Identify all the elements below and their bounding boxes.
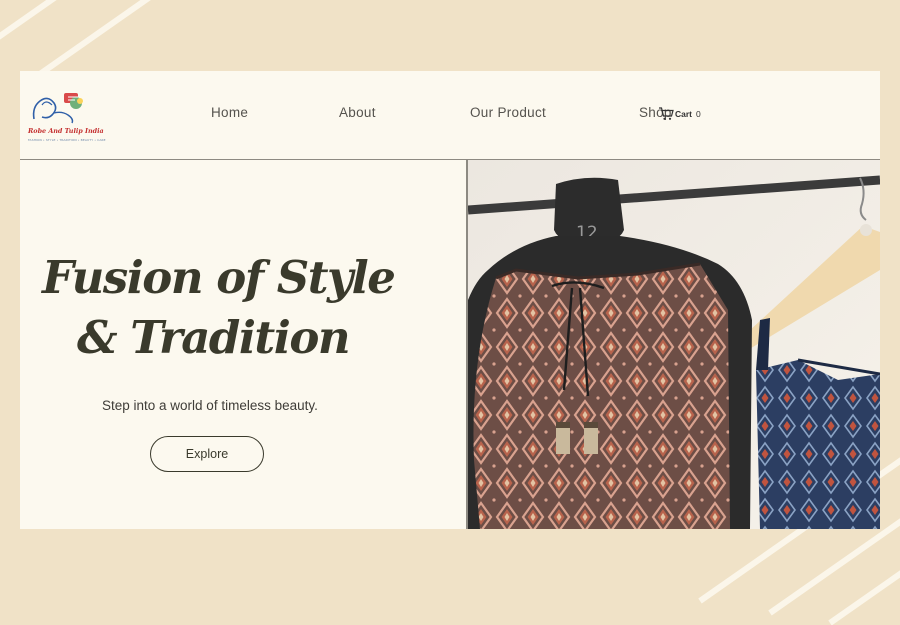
site-header: Robe And Tulip India FASHION • STYLE • T… [20,71,880,160]
logo-text: Robe And Tulip India [28,127,104,135]
nav-item-home[interactable]: Home [211,105,248,120]
cart-count: 0 [696,109,701,119]
website-frame: Robe And Tulip India FASHION • STYLE • T… [20,71,880,529]
cart-label: Cart [675,109,693,119]
nav-item-about[interactable]: About [339,105,376,120]
hero-headline: Fusion of Style & Tradition [42,248,462,368]
nav-item-our-product[interactable]: Our Product [470,105,546,120]
hero-product-image: 12 [467,160,880,529]
hero-headline-line1: Fusion of Style [42,251,396,304]
cart-icon [659,107,674,120]
dress-on-mannequin-image: 12 [467,160,880,529]
hero-headline-line2: & Tradition [77,311,351,364]
background-stripe [0,0,115,46]
hero-tagline: Step into a world of timeless beauty. [102,398,318,413]
hero-text-panel: Fusion of Style & Tradition Step into a … [20,160,466,529]
logo-figure-icon [32,93,83,124]
brand-logo[interactable]: Robe And Tulip India FASHION • STYLE • T… [28,89,106,147]
logo-tagline: FASHION • STYLE • TRADITION • BEAUTY • C… [28,138,106,142]
explore-button[interactable]: Explore [150,436,264,472]
